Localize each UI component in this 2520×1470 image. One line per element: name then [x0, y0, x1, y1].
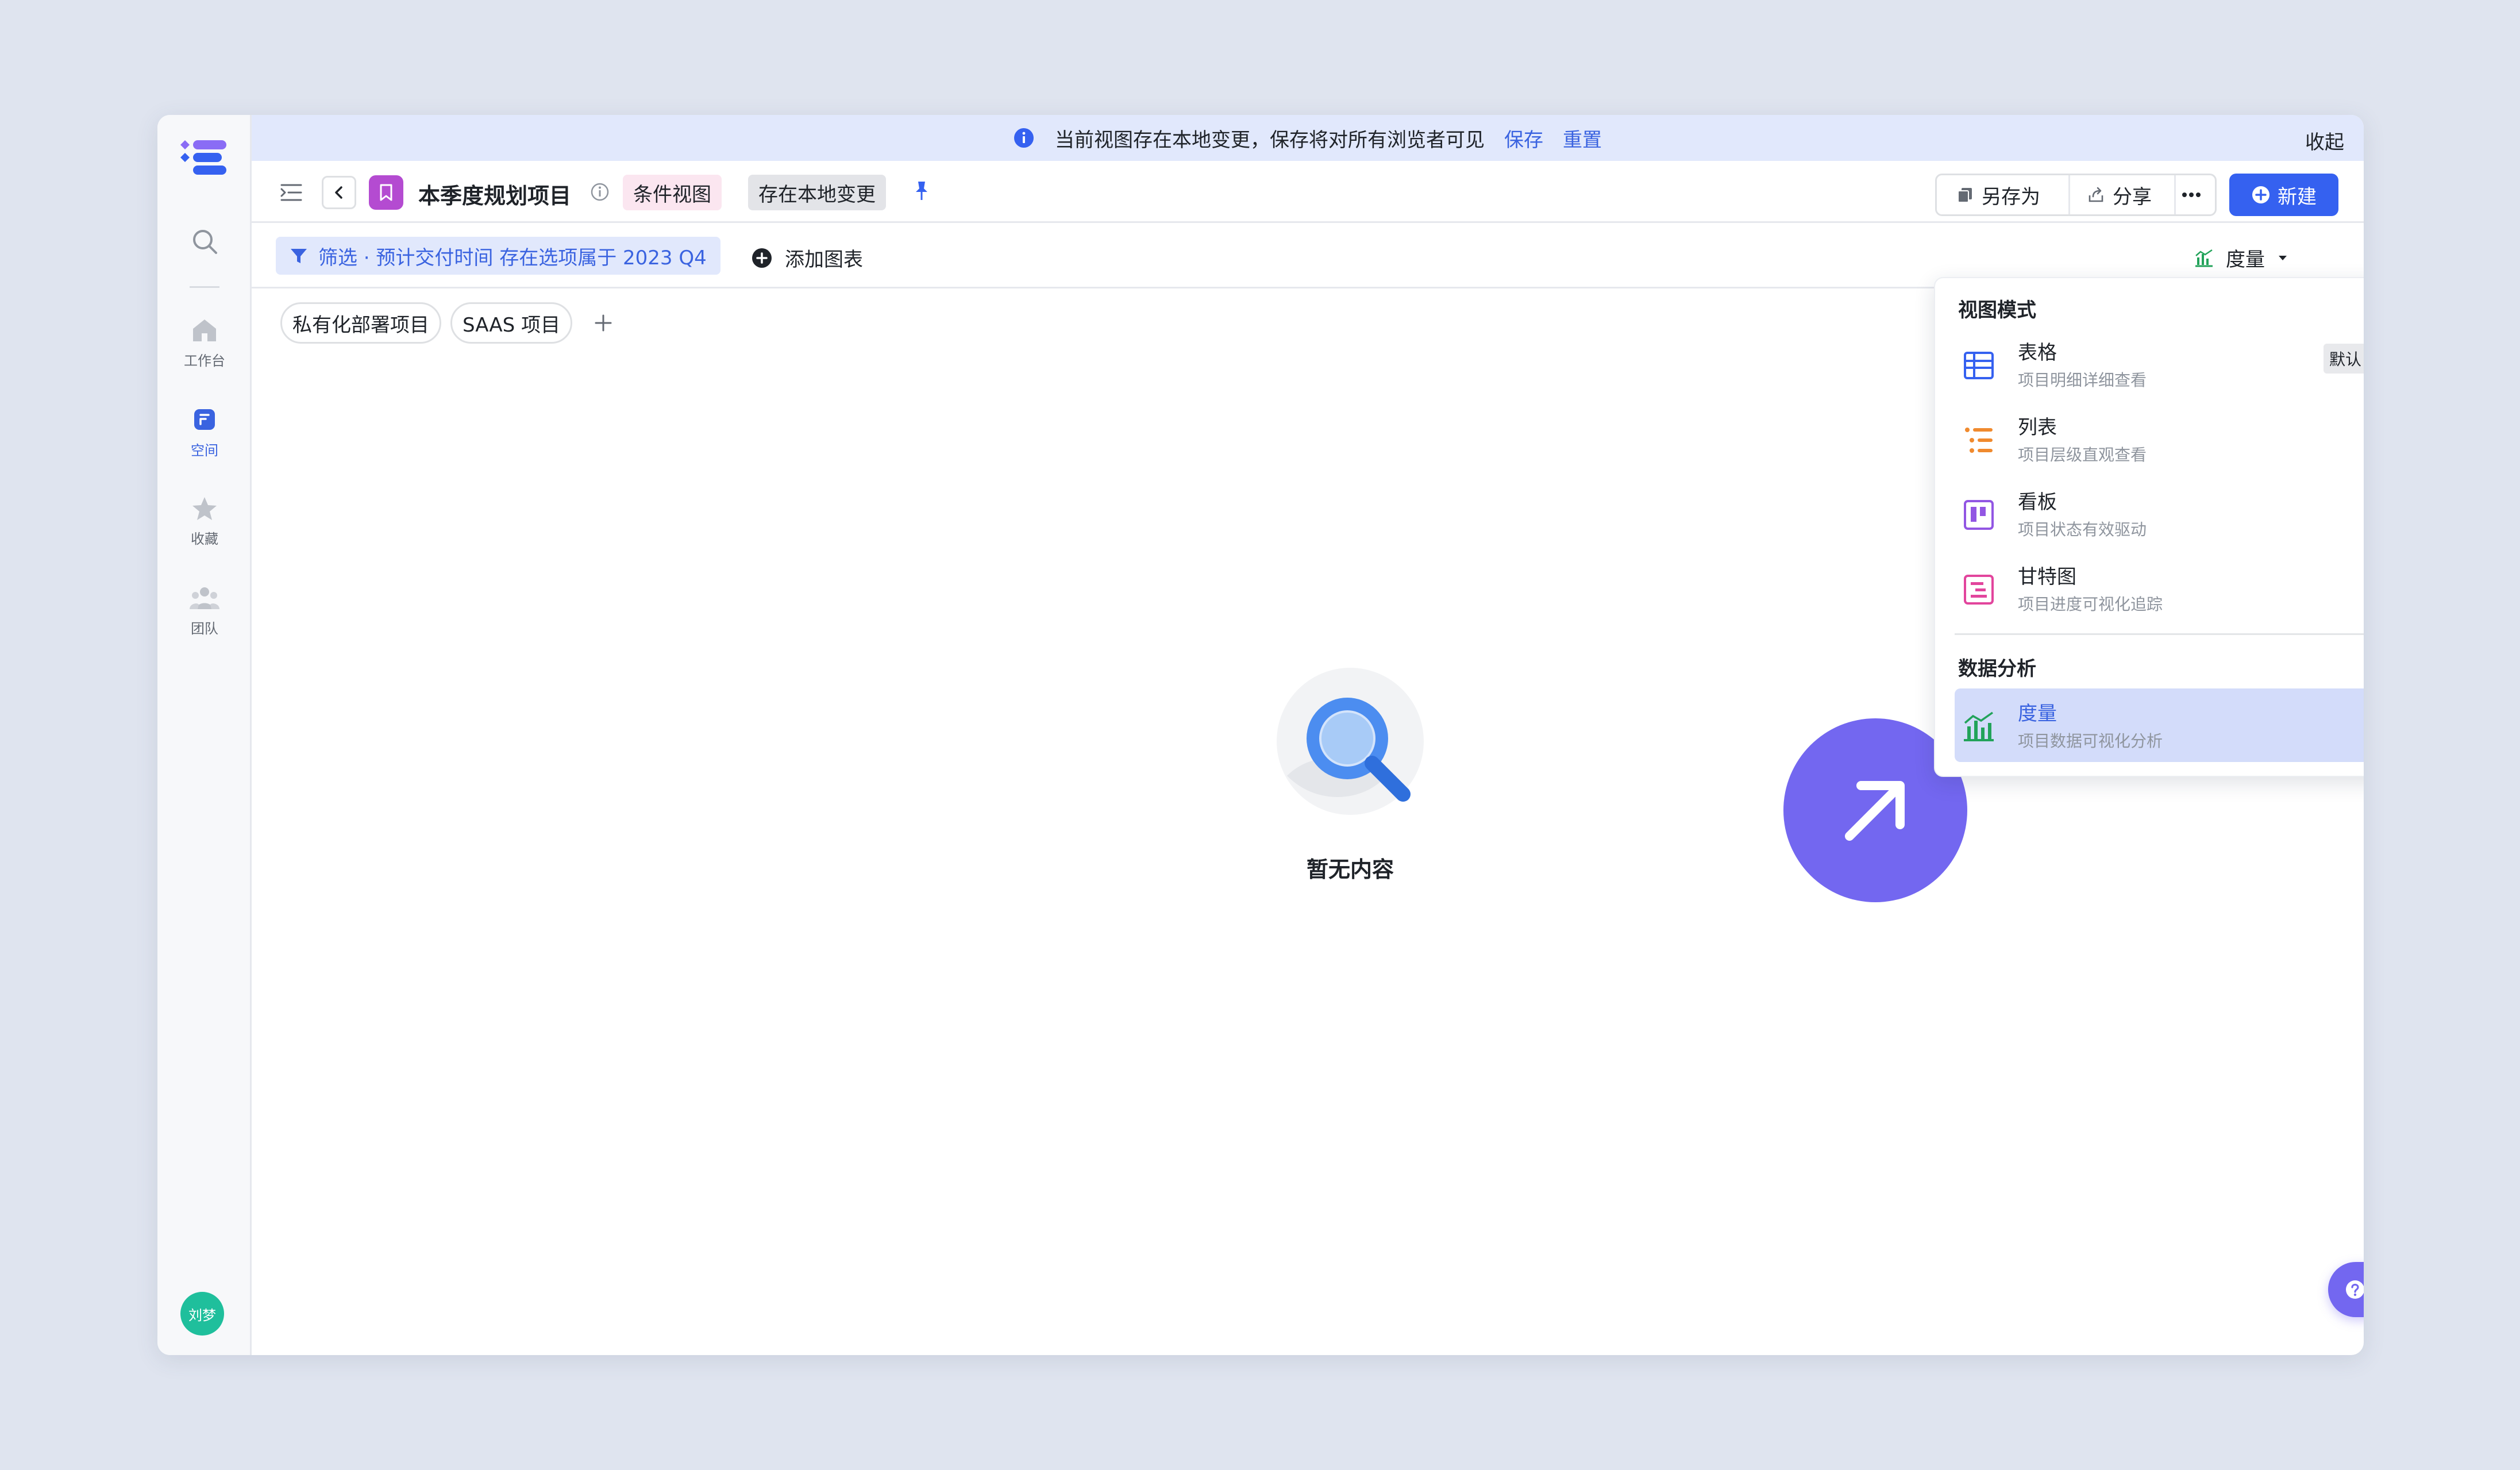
bar-chart-icon [1964, 711, 1994, 741]
table-icon [1964, 352, 1994, 379]
rail-divider [190, 286, 219, 288]
rail-item-label: 团队 [191, 621, 218, 637]
sidebar-toggle-icon[interactable] [279, 180, 303, 205]
gantt-icon [1964, 575, 1994, 605]
view-mode-dropdown: 视图模式 表格 项目明细详细查看 默认 列表 项目层级直观查看 看板 项目状态有… [1934, 277, 2364, 777]
option-desc: 项目数据可视化分析 [2018, 732, 2163, 751]
copy-icon [1958, 188, 1972, 203]
tab-private-deploy[interactable]: 私有化部署项目 [280, 302, 441, 344]
filter-label: 筛选 · 预计交付时间 存在选项属于 2023 Q4 [318, 246, 707, 270]
share-label: 分享 [2113, 185, 2152, 209]
avatar[interactable]: 刘梦 [180, 1292, 224, 1336]
save-as-button[interactable]: 另存为 [1937, 175, 2070, 214]
kanban-icon [1964, 500, 1994, 530]
bookmark-icon [380, 184, 392, 201]
filter-chip[interactable]: 筛选 · 预计交付时间 存在选项属于 2023 Q4 [276, 237, 720, 275]
rail-item-favorites[interactable]: 收藏 [157, 495, 252, 548]
dropdown-divider [1955, 633, 2364, 635]
rail-item-label: 工作台 [184, 353, 225, 369]
rail-item-label: 收藏 [191, 531, 218, 547]
chart-tabs: 私有化部署项目 SAAS 项目 [280, 302, 619, 344]
plus-circle-icon [2252, 186, 2269, 203]
team-icon [190, 587, 219, 609]
view-actions-group: 另存为 分享 [1935, 174, 2217, 216]
arrow-up-right-icon [1845, 781, 1905, 841]
search-icon[interactable] [191, 228, 219, 256]
app-window: 工作台 空间 收藏 团队 刘梦 当前视图存在本地变更，保存将对所有浏览者可见 保… [157, 115, 2364, 1355]
add-chart-label: 添加图表 [785, 248, 863, 271]
condition-view-tag: 条件视图 [623, 175, 722, 210]
help-button[interactable]: 帮助 [2328, 1262, 2364, 1317]
project-icon [369, 175, 403, 210]
chevron-left-icon [335, 186, 342, 199]
banner-message: 当前视图存在本地变更，保存将对所有浏览者可见 [1055, 128, 1485, 152]
new-button[interactable]: 新建 [2229, 174, 2338, 216]
share-icon [2089, 187, 2103, 202]
empty-state-text: 暂无内容 [1306, 857, 1394, 882]
plus-icon [595, 314, 612, 332]
dropdown-section-data: 数据分析 [1958, 657, 2036, 680]
pin-icon[interactable] [910, 179, 933, 202]
rail-item-space[interactable]: 空间 [157, 407, 252, 459]
view-option-gantt[interactable]: 甘特图 项目进度可视化追踪 [1955, 552, 2364, 625]
banner-collapse-button[interactable]: 收起 [2305, 126, 2344, 155]
rail-item-label: 空间 [191, 442, 218, 459]
list-icon [1965, 428, 1993, 453]
view-option-list[interactable]: 列表 项目层级直观查看 [1955, 402, 2364, 476]
view-toolbar: 本季度规划项目 条件视图 存在本地变更 另存为 分享 新建 [252, 161, 2364, 223]
default-badge: 默认 [2323, 344, 2364, 374]
view-mode-label: 度量 [2226, 248, 2265, 271]
option-name: 表格 [2018, 341, 2057, 364]
left-rail: 工作台 空间 收藏 团队 刘梦 [157, 115, 252, 1355]
local-change-tag: 存在本地变更 [748, 175, 886, 210]
star-icon [192, 497, 217, 520]
plus-circle-icon [752, 248, 772, 268]
back-button[interactable] [322, 176, 356, 209]
view-option-measure[interactable]: 度量 项目数据可视化分析 [1955, 688, 2364, 762]
local-change-banner: 当前视图存在本地变更，保存将对所有浏览者可见 保存 重置 收起 [252, 115, 2364, 161]
rail-item-workbench[interactable]: 工作台 [157, 317, 252, 370]
help-icon [2346, 1280, 2364, 1299]
option-desc: 项目层级直观查看 [2018, 445, 2147, 464]
filter-icon [291, 249, 307, 263]
banner-reset-link[interactable]: 重置 [1563, 124, 1602, 152]
more-options-button[interactable] [2176, 175, 2215, 214]
caret-down-icon [2279, 255, 2287, 260]
new-button-label: 新建 [2278, 185, 2317, 209]
bar-chart-icon [2195, 249, 2213, 267]
option-desc: 项目明细详细查看 [2018, 371, 2147, 390]
option-name: 列表 [2018, 416, 2057, 439]
empty-state: 暂无内容 [1235, 667, 1465, 883]
share-button[interactable]: 分享 [2070, 175, 2176, 214]
dropdown-section-view: 视图模式 [1958, 299, 2036, 322]
option-name: 看板 [2018, 491, 2057, 514]
view-option-kanban[interactable]: 看板 项目状态有效驱动 [1955, 477, 2364, 551]
space-icon [194, 409, 215, 430]
option-desc: 项目状态有效驱动 [2018, 520, 2147, 539]
banner-save-link[interactable]: 保存 [1504, 124, 1543, 152]
page-title: 本季度规划项目 [418, 183, 572, 209]
home-icon [193, 320, 216, 341]
add-tab-button[interactable] [587, 307, 619, 339]
magnifier-icon [1277, 668, 1424, 815]
main-area: 当前视图存在本地变更，保存将对所有浏览者可见 保存 重置 收起 本季度规划项目 [252, 115, 2364, 1355]
option-name: 度量 [2018, 702, 2057, 725]
app-logo-icon[interactable] [180, 138, 229, 179]
option-name: 甘特图 [2018, 565, 2076, 588]
tab-saas[interactable]: SAAS 项目 [450, 302, 573, 344]
rail-item-team[interactable]: 团队 [157, 585, 252, 637]
add-chart-button[interactable]: 添加图表 [752, 244, 863, 272]
save-as-label: 另存为 [1982, 185, 2040, 209]
more-icon [2182, 193, 2201, 197]
view-mode-select[interactable]: 度量 [2194, 244, 2288, 272]
view-option-table[interactable]: 表格 项目明细详细查看 默认 [1955, 328, 2364, 401]
info-icon [1014, 128, 1034, 148]
option-desc: 项目进度可视化追踪 [2018, 595, 2163, 614]
info-outline-icon[interactable] [589, 182, 610, 202]
